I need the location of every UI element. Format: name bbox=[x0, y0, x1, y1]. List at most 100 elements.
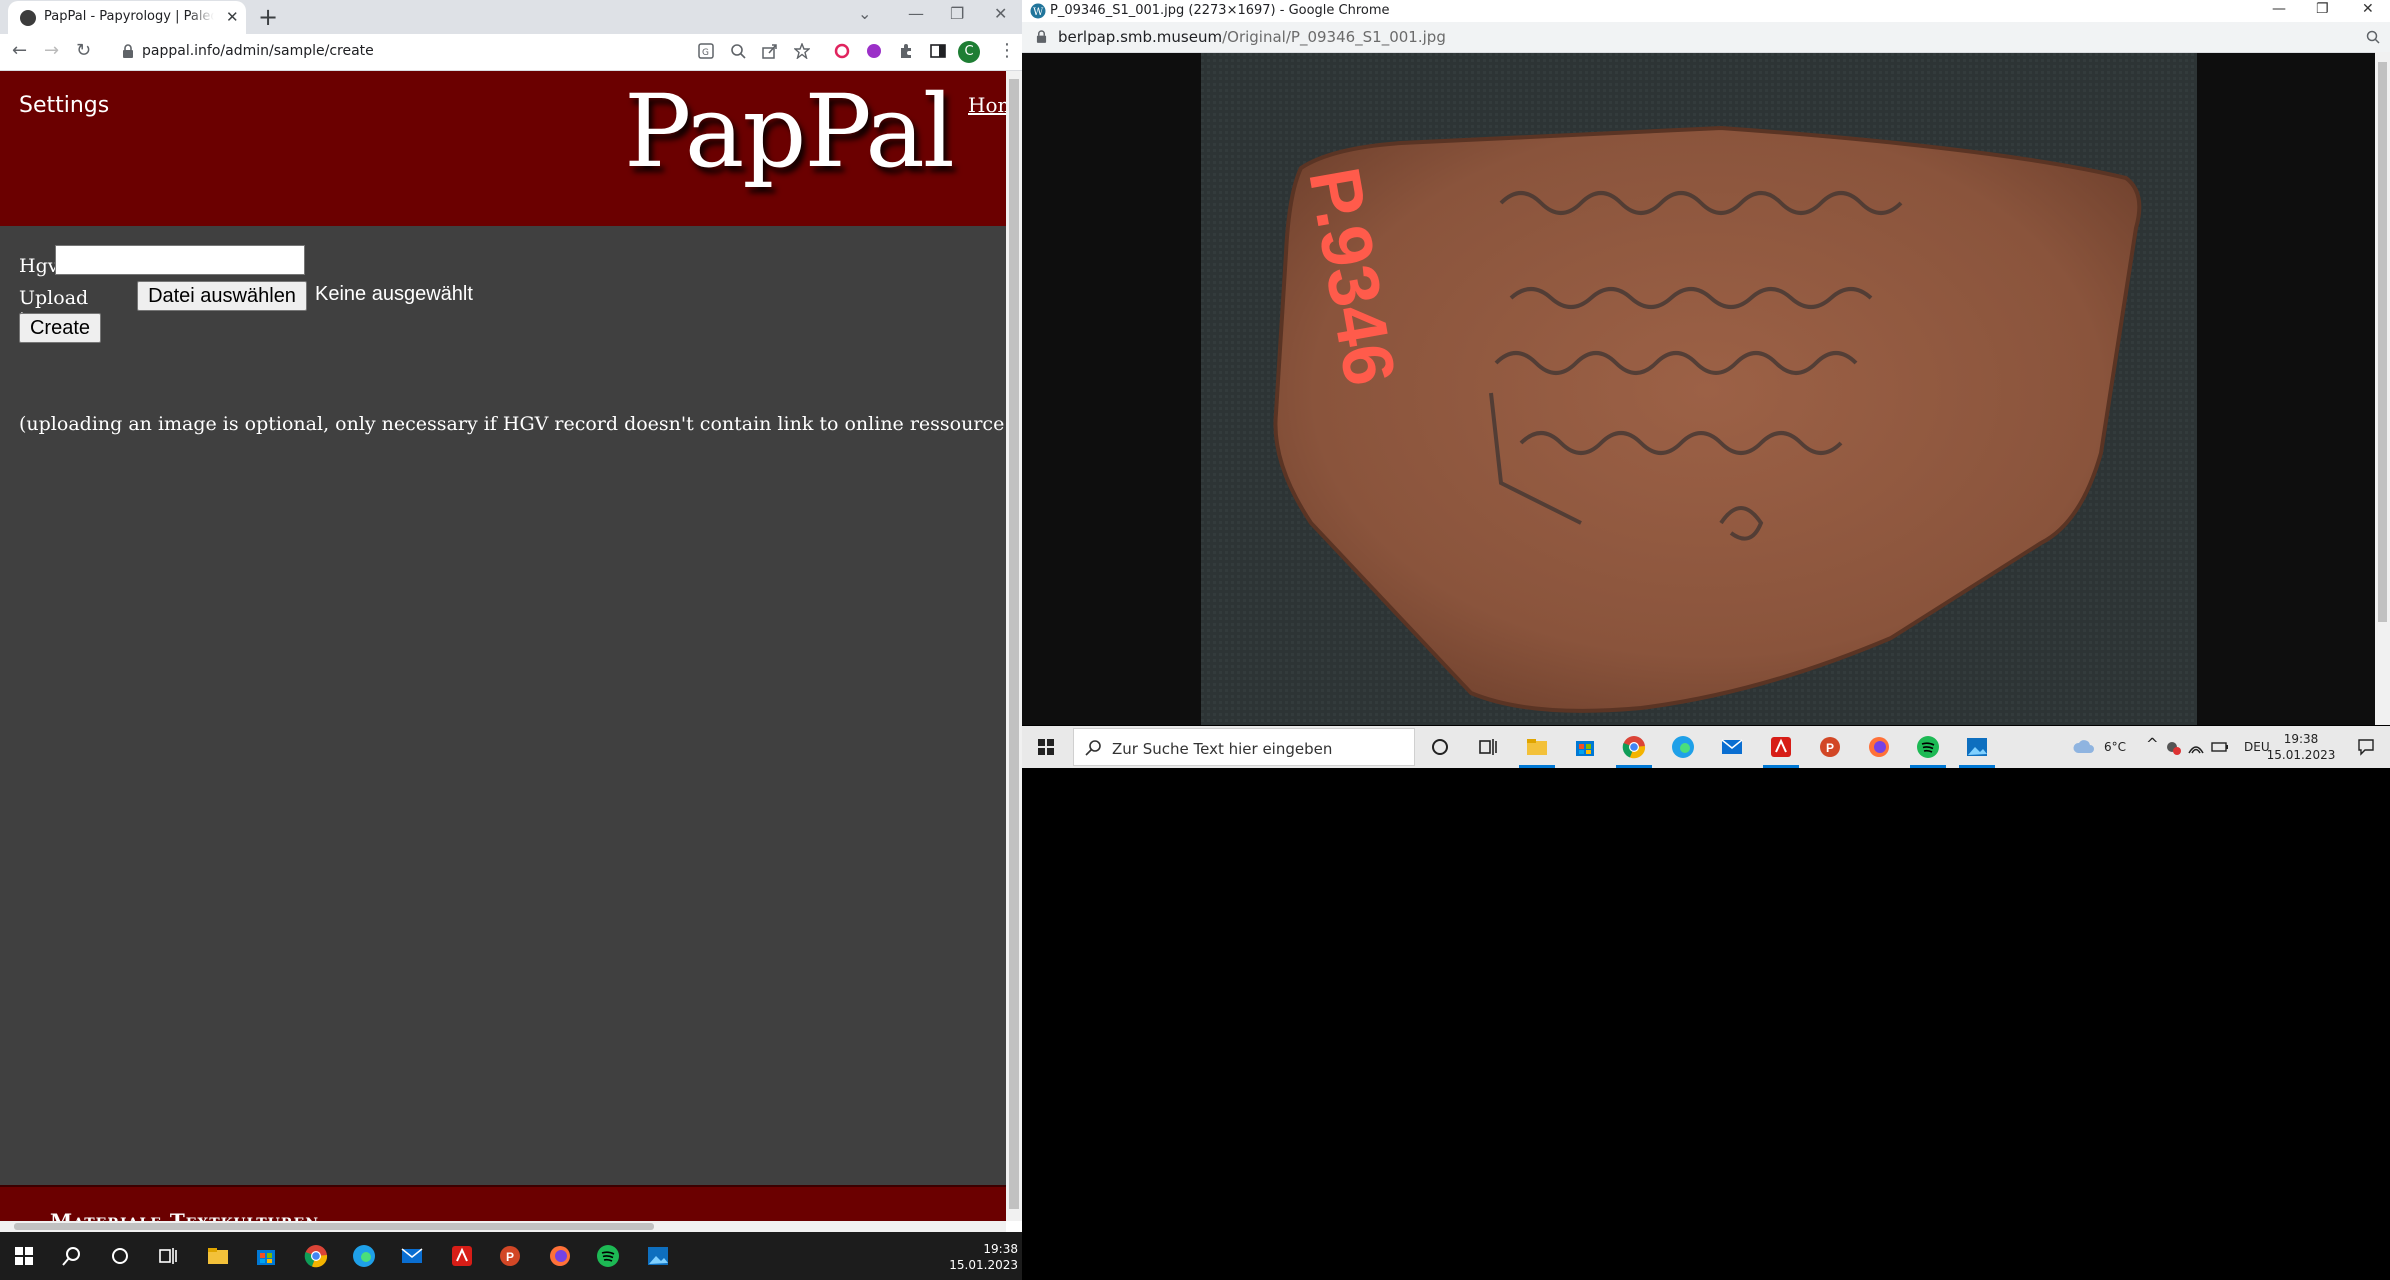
close-window-button[interactable]: ✕ bbox=[2362, 1, 2374, 17]
close-window-button[interactable]: ✕ bbox=[994, 4, 1007, 23]
tab-close-icon[interactable]: ✕ bbox=[226, 8, 239, 26]
clock-time: 19:38 bbox=[983, 1242, 1018, 1256]
mail-icon[interactable] bbox=[1720, 735, 1744, 759]
web-page: Settings PapPal Home Hgv Upload image Da… bbox=[0, 71, 1006, 1221]
mail-icon[interactable] bbox=[400, 1244, 424, 1268]
cortana-icon[interactable] bbox=[1428, 735, 1452, 759]
firefox-icon[interactable] bbox=[1867, 735, 1891, 759]
restore-button[interactable]: ❐ bbox=[2316, 1, 2329, 17]
left-browser-window: PapPal - Papyrology | Paleography ✕ + ⌄ … bbox=[0, 0, 1022, 1232]
choose-file-button[interactable]: Datei auswählen bbox=[137, 281, 307, 311]
lock-icon bbox=[123, 44, 133, 58]
horizontal-scrollbar[interactable] bbox=[0, 1221, 1006, 1232]
scroll-thumb[interactable] bbox=[2378, 62, 2387, 622]
zoom-icon[interactable] bbox=[2366, 30, 2380, 44]
acrobat-icon[interactable] bbox=[1769, 735, 1793, 759]
store-icon[interactable] bbox=[254, 1244, 278, 1268]
minimize-button[interactable]: — bbox=[2272, 1, 2286, 17]
search-icon bbox=[1085, 740, 1101, 756]
taskbar-clock[interactable]: 19:38 15.01.2023 bbox=[2262, 731, 2340, 763]
forward-arrow-icon[interactable]: → bbox=[44, 40, 59, 61]
new-tab-button[interactable]: + bbox=[258, 3, 278, 31]
settings-link[interactable]: Settings bbox=[19, 93, 109, 118]
upload-hint-text: (uploading an image is optional, only ne… bbox=[19, 413, 1006, 435]
url-text: pappal.info/admin/sample/create bbox=[142, 43, 374, 59]
cortana-icon[interactable] bbox=[108, 1244, 132, 1268]
windows-start-icon[interactable] bbox=[1034, 735, 1058, 759]
restore-button[interactable]: ❐ bbox=[950, 4, 964, 23]
window-title: P_09346_S1_001.jpg (2273×1697) - Google … bbox=[1050, 3, 1390, 18]
url-text: berlpap.smb.museum/Original/P_09346_S1_0… bbox=[1058, 28, 1446, 46]
active-indicator bbox=[1763, 765, 1799, 768]
minimize-button[interactable]: — bbox=[908, 4, 924, 23]
vertical-scrollbar[interactable] bbox=[1006, 71, 1022, 1221]
task-view-icon[interactable] bbox=[156, 1244, 180, 1268]
edge-icon[interactable] bbox=[352, 1244, 376, 1268]
bookmark-star-icon[interactable] bbox=[794, 43, 810, 59]
extension-purple-icon[interactable] bbox=[866, 43, 882, 59]
address-bar[interactable]: pappal.info/admin/sample/create bbox=[112, 40, 672, 64]
spotify-icon[interactable] bbox=[1916, 735, 1940, 759]
browser-toolbar: ← → ↻ pappal.info/admin/sample/create G … bbox=[0, 34, 1022, 71]
scroll-thumb[interactable] bbox=[14, 1223, 654, 1230]
extension-red-icon[interactable] bbox=[834, 43, 850, 59]
svg-text:P: P bbox=[506, 1250, 514, 1264]
wifi-icon[interactable] bbox=[2186, 735, 2210, 759]
left-taskbar: P 19:38 15.01.2023 bbox=[0, 1232, 1022, 1280]
store-icon[interactable] bbox=[1573, 735, 1597, 759]
tab-pappal[interactable]: PapPal - Papyrology | Paleography ✕ bbox=[8, 1, 246, 34]
photos-icon[interactable] bbox=[646, 1244, 670, 1268]
back-arrow-icon[interactable]: ← bbox=[12, 40, 27, 61]
notifications-icon[interactable] bbox=[2356, 735, 2380, 759]
battery-icon[interactable] bbox=[2210, 735, 2234, 759]
clock-time: 19:38 bbox=[2283, 732, 2319, 746]
weather-temperature[interactable]: 6°C bbox=[2104, 740, 2126, 754]
share-icon[interactable] bbox=[762, 43, 778, 59]
file-explorer-icon[interactable] bbox=[1525, 735, 1549, 759]
zoom-icon[interactable] bbox=[730, 43, 746, 59]
active-indicator bbox=[1519, 765, 1555, 768]
svg-text:G: G bbox=[702, 48, 709, 58]
file-explorer-icon[interactable] bbox=[206, 1244, 230, 1268]
edge-icon[interactable] bbox=[1671, 735, 1695, 759]
active-indicator bbox=[1616, 765, 1652, 768]
reload-icon[interactable]: ↻ bbox=[76, 40, 91, 61]
side-panel-icon[interactable] bbox=[930, 43, 946, 59]
search-placeholder: Zur Suche Text hier eingeben bbox=[1112, 740, 1333, 758]
tab-search-icon[interactable]: ⌄ bbox=[858, 4, 871, 23]
acrobat-icon[interactable] bbox=[450, 1244, 474, 1268]
site-header: Settings PapPal Home bbox=[0, 71, 1006, 226]
hgv-input[interactable] bbox=[55, 245, 305, 275]
ostracon-photo: P.9346 bbox=[1201, 53, 2197, 725]
chrome-icon[interactable] bbox=[304, 1244, 328, 1268]
taskbar-search-box[interactable]: Zur Suche Text hier eingeben bbox=[1073, 728, 1415, 766]
tray-chevron-up-icon[interactable]: ^ bbox=[2146, 735, 2159, 753]
create-button[interactable]: Create bbox=[19, 313, 101, 343]
chrome-icon[interactable] bbox=[1622, 735, 1646, 759]
vertical-scrollbar[interactable] bbox=[2375, 52, 2390, 725]
extensions-puzzle-icon[interactable] bbox=[898, 43, 914, 59]
footer-title: Materiale Textkulturen bbox=[50, 1209, 319, 1221]
file-status-text: Keine ausgewählt bbox=[315, 283, 473, 305]
address-bar[interactable]: berlpap.smb.museum/Original/P_09346_S1_0… bbox=[1022, 22, 2390, 53]
weather-cloud-icon[interactable] bbox=[2072, 735, 2096, 759]
powerpoint-icon[interactable]: P bbox=[1818, 735, 1842, 759]
taskbar-clock[interactable]: 19:38 15.01.2023 bbox=[940, 1241, 1018, 1273]
spotify-icon[interactable] bbox=[596, 1244, 620, 1268]
site-logo[interactable]: PapPal bbox=[624, 73, 955, 190]
active-indicator bbox=[1959, 765, 1995, 768]
menu-kebab-icon[interactable]: ⋮ bbox=[998, 40, 1016, 61]
scroll-thumb[interactable] bbox=[1009, 79, 1019, 1209]
svg-text:P: P bbox=[1826, 741, 1834, 755]
home-link[interactable]: Home bbox=[968, 93, 1006, 117]
powerpoint-icon[interactable]: P bbox=[498, 1244, 522, 1268]
windows-start-icon[interactable] bbox=[12, 1244, 36, 1268]
firefox-icon[interactable] bbox=[548, 1244, 572, 1268]
photos-icon[interactable] bbox=[1965, 735, 1989, 759]
task-view-icon[interactable] bbox=[1476, 735, 1500, 759]
ostracon-image[interactable]: P.9346 bbox=[1201, 53, 2197, 725]
search-icon[interactable] bbox=[60, 1244, 84, 1268]
onedrive-error-icon[interactable] bbox=[2162, 735, 2186, 759]
translate-icon[interactable]: G bbox=[698, 43, 714, 59]
profile-avatar[interactable]: C bbox=[958, 41, 980, 63]
